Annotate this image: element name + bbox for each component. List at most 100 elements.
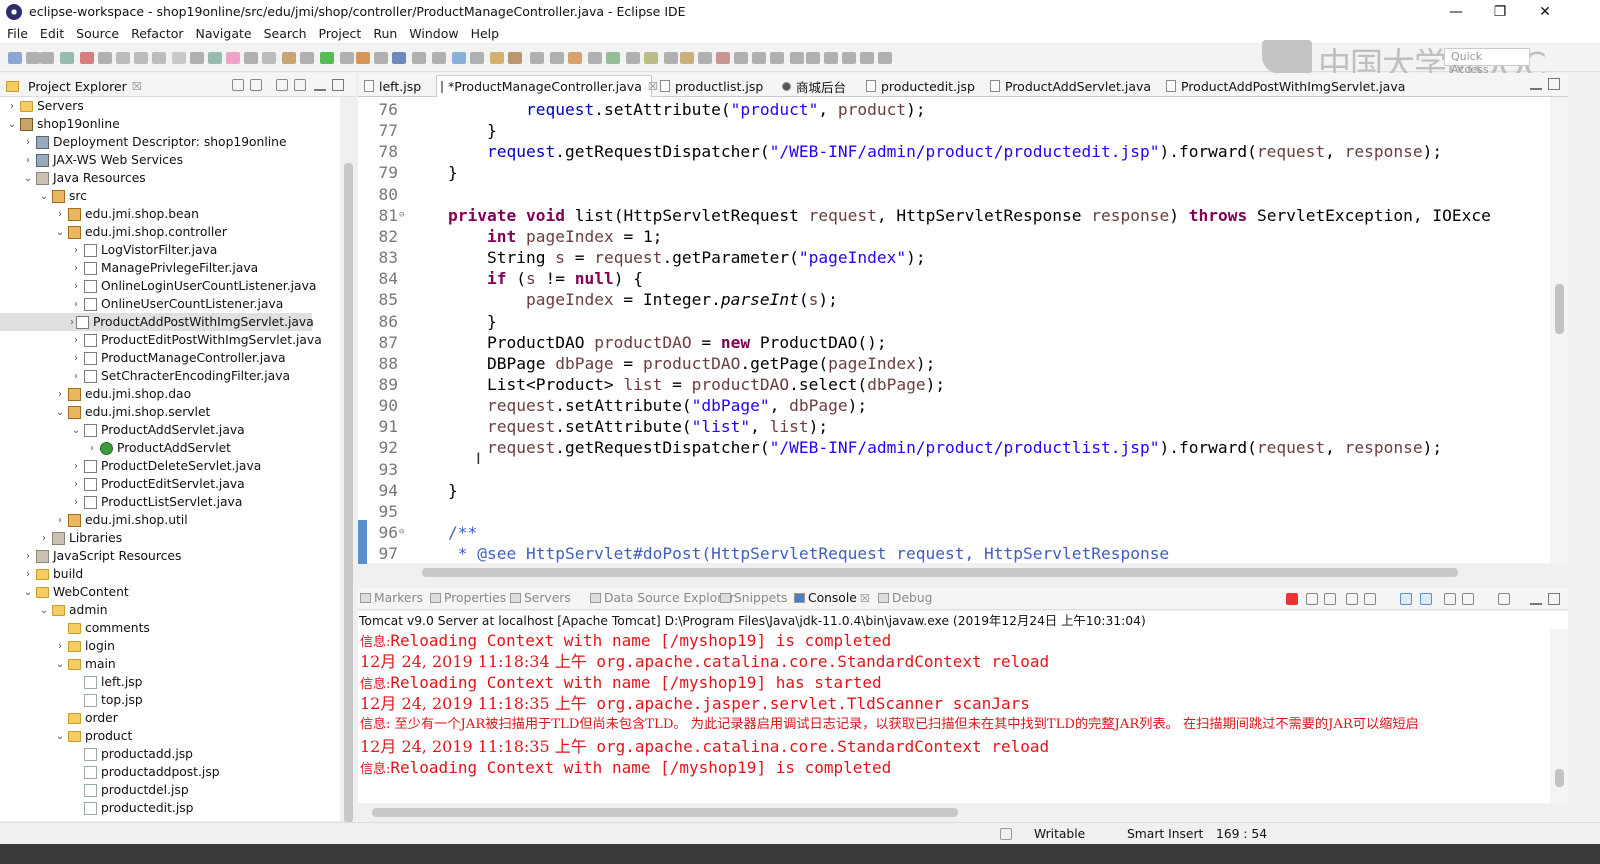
editor-tab[interactable]: productedit.jsp — [862, 75, 975, 97]
editor-hscroll-thumb[interactable] — [422, 568, 1458, 577]
expand-icon[interactable]: ⌄ — [54, 407, 66, 418]
open-console-icon[interactable] — [1498, 593, 1510, 605]
menu-search[interactable]: Search — [259, 26, 312, 41]
tab-snippets[interactable]: Snippets — [720, 591, 787, 605]
filter-icon[interactable] — [276, 79, 288, 91]
toolbar-icon[interactable] — [806, 52, 820, 64]
menu-source[interactable]: Source — [71, 26, 124, 41]
editor-tab[interactable]: productlist.jsp — [656, 75, 763, 97]
toolbar-icon[interactable] — [208, 52, 222, 64]
tree-item[interactable]: › OnlineLoginUserCountListener.java — [70, 277, 316, 295]
expand-icon[interactable]: ⌄ — [6, 119, 18, 130]
tree-item[interactable]: ⌄ Java Resources — [22, 169, 146, 187]
minimize-button[interactable]: — — [1433, 0, 1479, 23]
pin-console-icon[interactable] — [1444, 593, 1456, 605]
expand-icon[interactable]: › — [70, 281, 82, 292]
tree-item[interactable]: › ProductAddPostWithImgServlet.java — [0, 313, 314, 331]
tree-item[interactable]: ⌄ admin — [38, 601, 108, 619]
menu-edit[interactable]: Edit — [35, 26, 69, 41]
editor-tab[interactable]: left.jsp — [360, 75, 421, 97]
tree-item[interactable]: comments — [54, 619, 150, 637]
toolbar-icon[interactable] — [698, 52, 712, 64]
menu-file[interactable]: File — [2, 26, 33, 41]
expand-icon[interactable]: › — [70, 245, 82, 256]
tree-item[interactable]: › OnlineUserCountListener.java — [70, 295, 283, 313]
maximize-panel-icon[interactable] — [1548, 593, 1560, 605]
menu-navigate[interactable]: Navigate — [191, 26, 257, 41]
expand-icon[interactable]: › — [86, 443, 98, 454]
toolbar-icon[interactable] — [134, 52, 148, 64]
toolbar-icon[interactable] — [432, 52, 446, 64]
toolbar-icon[interactable] — [152, 52, 166, 64]
editor-scroll-thumb[interactable] — [1555, 284, 1564, 334]
toolbar-icon[interactable] — [40, 52, 54, 64]
tree-item[interactable]: productdel.jsp — [70, 781, 189, 799]
toolbar-icon[interactable] — [530, 52, 544, 64]
tree-item[interactable]: › SetChracterEncodingFilter.java — [70, 367, 290, 385]
tree-item[interactable]: ⌄ edu.jmi.shop.controller — [54, 223, 227, 241]
menu-window[interactable]: Window — [404, 26, 463, 41]
expand-icon[interactable]: › — [70, 317, 74, 328]
tab-data-source-explorer[interactable]: Data Source Explorer — [590, 591, 735, 605]
fold-icon[interactable]: ⊖ — [399, 522, 404, 543]
toolbar-icon[interactable] — [860, 52, 874, 64]
tab-console[interactable]: Console ☒ — [794, 591, 870, 605]
toolbar-icon[interactable] — [470, 52, 484, 64]
tree-item[interactable]: › ProductDeleteServlet.java — [70, 457, 261, 475]
toolbar-icon[interactable] — [244, 52, 258, 64]
expand-icon[interactable]: › — [70, 263, 82, 274]
expand-icon[interactable]: ⌄ — [54, 659, 66, 670]
expand-icon[interactable]: › — [70, 497, 82, 508]
terminate-icon[interactable] — [1286, 593, 1298, 605]
tree-item[interactable]: ⌄ shop19online — [6, 115, 120, 133]
project-tree-scroll-thumb[interactable] — [344, 163, 353, 823]
scroll-lock-icon[interactable] — [1364, 593, 1376, 605]
expand-icon[interactable]: › — [70, 299, 82, 310]
tree-item[interactable]: › ProductListServlet.java — [70, 493, 242, 511]
close-button[interactable]: ✕ — [1522, 0, 1568, 23]
insert-mode-status[interactable]: Smart Insert — [1127, 827, 1203, 841]
toolbar-icon[interactable] — [452, 52, 466, 64]
expand-icon[interactable]: › — [22, 569, 34, 580]
expand-icon[interactable]: › — [70, 335, 82, 346]
menu-run[interactable]: Run — [368, 26, 402, 41]
display-console-icon[interactable] — [1462, 593, 1474, 605]
toolbar-icon[interactable] — [340, 52, 354, 64]
expand-icon[interactable]: ⌄ — [54, 227, 66, 238]
tree-item[interactable]: order — [54, 709, 118, 727]
expand-icon[interactable]: › — [70, 371, 82, 382]
tree-item[interactable]: › edu.jmi.shop.util — [54, 511, 188, 529]
tree-item[interactable]: › JAX-WS Web Services — [22, 151, 183, 169]
show-on-stdout-icon[interactable] — [1400, 593, 1412, 605]
console-vertical-scrollbar[interactable] — [1550, 629, 1568, 803]
remove-all-icon[interactable] — [1324, 593, 1336, 605]
toolbar-icon[interactable] — [98, 52, 112, 64]
toolbar-icon[interactable] — [508, 52, 522, 64]
expand-icon[interactable]: › — [70, 353, 82, 364]
console-horizontal-scrollbar[interactable] — [358, 803, 1550, 821]
expand-icon[interactable]: › — [22, 137, 34, 148]
tree-item[interactable]: ⌄ ProductAddServlet.java — [70, 421, 245, 439]
tree-item[interactable]: ⌄ product — [54, 727, 133, 745]
tree-item[interactable]: top.jsp — [70, 691, 143, 709]
editor-tab[interactable]: 商城后台 — [778, 75, 846, 97]
toolbar-icon[interactable] — [374, 52, 388, 64]
expand-icon[interactable]: › — [22, 155, 34, 166]
view-menu-icon[interactable] — [294, 79, 306, 91]
toolbar-icon[interactable] — [282, 52, 296, 64]
toolbar-icon[interactable] — [262, 52, 276, 64]
toolbar-icon[interactable] — [550, 52, 564, 64]
toolbar-icon[interactable] — [412, 52, 426, 64]
tab-markers[interactable]: Markers — [360, 591, 423, 605]
expand-icon[interactable]: ⌄ — [38, 191, 50, 202]
toolbar-icon[interactable] — [716, 52, 730, 64]
quick-access-input[interactable]: Quick Access — [1444, 48, 1530, 76]
clear-console-icon[interactable] — [1346, 593, 1358, 605]
editor-tab[interactable]: *ProductManageController.java ☒ — [436, 75, 658, 97]
tree-item[interactable]: ⌄ edu.jmi.shop.servlet — [54, 403, 211, 421]
tree-item[interactable]: › LogVistorFilter.java — [70, 241, 217, 259]
minimize-panel-icon[interactable] — [1530, 593, 1542, 605]
toolbar-icon[interactable] — [26, 52, 40, 64]
expand-icon[interactable]: › — [38, 533, 50, 544]
toolbar-icon[interactable] — [8, 52, 22, 64]
